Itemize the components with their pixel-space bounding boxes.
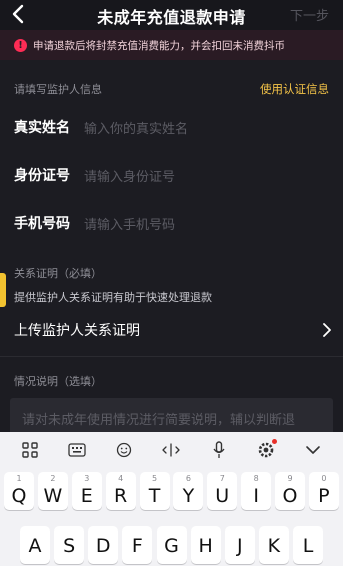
warning-banner: ! 申请退款后将封禁充值消费能力，并会扣回未消费抖币: [0, 30, 343, 60]
key-p[interactable]: 0P: [308, 472, 339, 510]
emoji-icon[interactable]: [112, 438, 136, 462]
key-h[interactable]: H: [190, 526, 221, 564]
key-j[interactable]: J: [224, 526, 255, 564]
use-auth-info-link[interactable]: 使用认证信息: [260, 81, 329, 97]
name-field-row[interactable]: 真实姓名 输入你的真实姓名: [14, 104, 330, 150]
gear-icon[interactable]: [254, 438, 278, 462]
id-label: 身份证号: [14, 168, 70, 184]
key-f[interactable]: F: [122, 526, 153, 564]
key-s[interactable]: S: [54, 526, 85, 564]
keyboard-row-1: 1Q 2W 3E 4R 5T 6Y 7U 8I 9O 0P: [4, 472, 339, 510]
key-o[interactable]: 9O: [275, 472, 305, 510]
key-w[interactable]: 2W: [37, 472, 68, 510]
chevron-right-icon: [323, 323, 331, 337]
notification-dot: [272, 439, 278, 444]
name-input[interactable]: 输入你的真实姓名: [84, 118, 188, 137]
top-bar: 未成年充值退款申请 下一步: [0, 0, 343, 30]
name-label: 真实姓名: [14, 120, 70, 136]
key-q[interactable]: 1Q: [4, 472, 34, 510]
key-t[interactable]: 5T: [139, 472, 170, 510]
guardian-section-label: 请填写监护人信息: [14, 83, 102, 96]
cursor-move-icon[interactable]: [159, 438, 183, 462]
situation-section-label: 情况说明（选填）: [14, 375, 102, 388]
keyboard-icon[interactable]: [65, 438, 89, 462]
key-r[interactable]: 4R: [105, 472, 136, 510]
upload-relation-proof-row[interactable]: 上传监护人关系证明: [14, 314, 332, 346]
key-a[interactable]: A: [20, 526, 50, 564]
phone-label: 手机号码: [14, 216, 70, 232]
id-field-row[interactable]: 身份证号 请输入身份证号: [14, 152, 330, 198]
upload-label: 上传监护人关系证明: [14, 323, 140, 339]
key-k[interactable]: K: [258, 526, 289, 564]
phone-field-row[interactable]: 手机号码 请输入手机号码: [14, 200, 330, 246]
keyboard-row-2: A S D F G H J K L: [20, 526, 323, 564]
key-y[interactable]: 6Y: [173, 472, 204, 510]
chevron-down-icon[interactable]: [301, 438, 325, 462]
id-input[interactable]: 请输入身份证号: [84, 166, 175, 185]
grid-icon[interactable]: [18, 438, 42, 462]
key-l[interactable]: L: [293, 526, 323, 564]
microphone-icon[interactable]: [207, 438, 231, 462]
relation-note: 提供监护人关系证明有助于快速处理退款: [14, 291, 212, 304]
key-g[interactable]: G: [156, 526, 187, 564]
warning-text: 申请退款后将封禁充值消费能力，并会扣回未消费抖币: [33, 39, 285, 52]
soft-keyboard: 1Q 2W 3E 4R 5T 6Y 7U 8I 9O 0P A S D F G …: [0, 432, 343, 566]
exclamation-icon: !: [14, 38, 27, 52]
phone-input[interactable]: 请输入手机号码: [84, 214, 175, 233]
key-e[interactable]: 3E: [71, 472, 102, 510]
scroll-handle[interactable]: [0, 273, 6, 307]
keyboard-toolbar: [0, 432, 343, 468]
relation-section-label: 关系证明（必填）: [14, 267, 102, 280]
key-d[interactable]: D: [88, 526, 119, 564]
key-u[interactable]: 7U: [207, 472, 238, 510]
key-i[interactable]: 8I: [241, 472, 272, 510]
divider: [0, 356, 343, 357]
next-step-button[interactable]: 下一步: [290, 5, 329, 24]
